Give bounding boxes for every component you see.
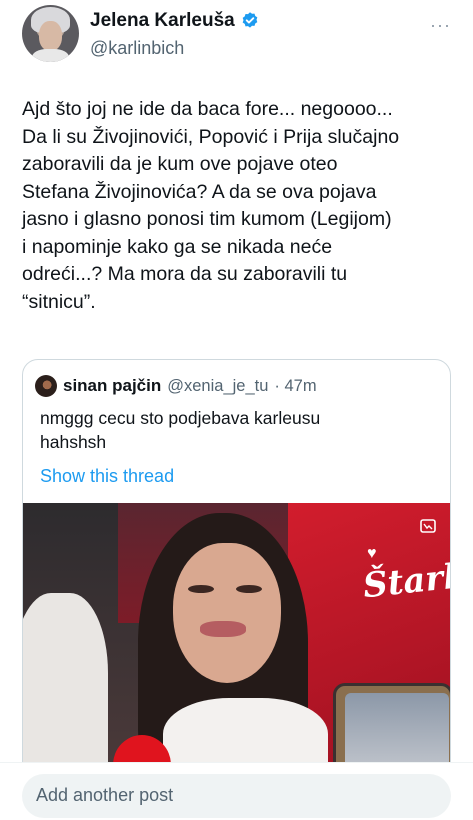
media-bystander	[23, 593, 108, 778]
quoted-tweet-text: nmggg cecu sto podjebava karleusu hahshs…	[40, 408, 321, 452]
tweet-header: Jelena Karleuša @karlinbich ···	[0, 0, 473, 80]
quoted-tweet[interactable]: sinan pajčin @xenia_je_tu · 47m nmggg ce…	[22, 359, 451, 779]
quoted-author-name: sinan pajčin	[63, 376, 162, 395]
author-avatar[interactable]	[22, 5, 79, 62]
media-eye-right	[236, 585, 262, 593]
media-heart-icon: ♥	[367, 545, 377, 562]
more-options-icon[interactable]: ···	[430, 15, 451, 36]
author-handle[interactable]: @karlinbich	[90, 38, 184, 59]
quoted-author-handle: @xenia_je_tu	[167, 376, 269, 395]
media-mouth	[200, 621, 246, 637]
quoted-author-avatar	[35, 375, 57, 397]
reply-composer-bar: Add another post	[0, 762, 473, 820]
author-name-row[interactable]: Jelena Karleuša	[90, 10, 260, 32]
avatar-body	[32, 49, 69, 62]
tweet-text: Ajd što joj ne ide da baca fore... negoo…	[22, 98, 400, 313]
add-another-post-input[interactable]: Add another post	[22, 774, 451, 818]
author-display-name[interactable]: Jelena Karleuša	[90, 10, 235, 32]
quoted-timestamp: · 47m	[274, 376, 317, 395]
verified-badge-icon	[240, 11, 260, 31]
gif-icon[interactable]	[419, 517, 437, 535]
add-post-placeholder: Add another post	[36, 785, 174, 805]
avatar-face	[39, 21, 62, 51]
quoted-media-video[interactable]: ♥ Štark	[23, 503, 450, 778]
media-eye-left	[188, 585, 214, 593]
quoted-tweet-header: sinan pajčin @xenia_je_tu · 47m	[35, 375, 317, 397]
show-thread-link[interactable]: Show this thread	[40, 466, 174, 487]
media-woman-face	[173, 543, 281, 683]
